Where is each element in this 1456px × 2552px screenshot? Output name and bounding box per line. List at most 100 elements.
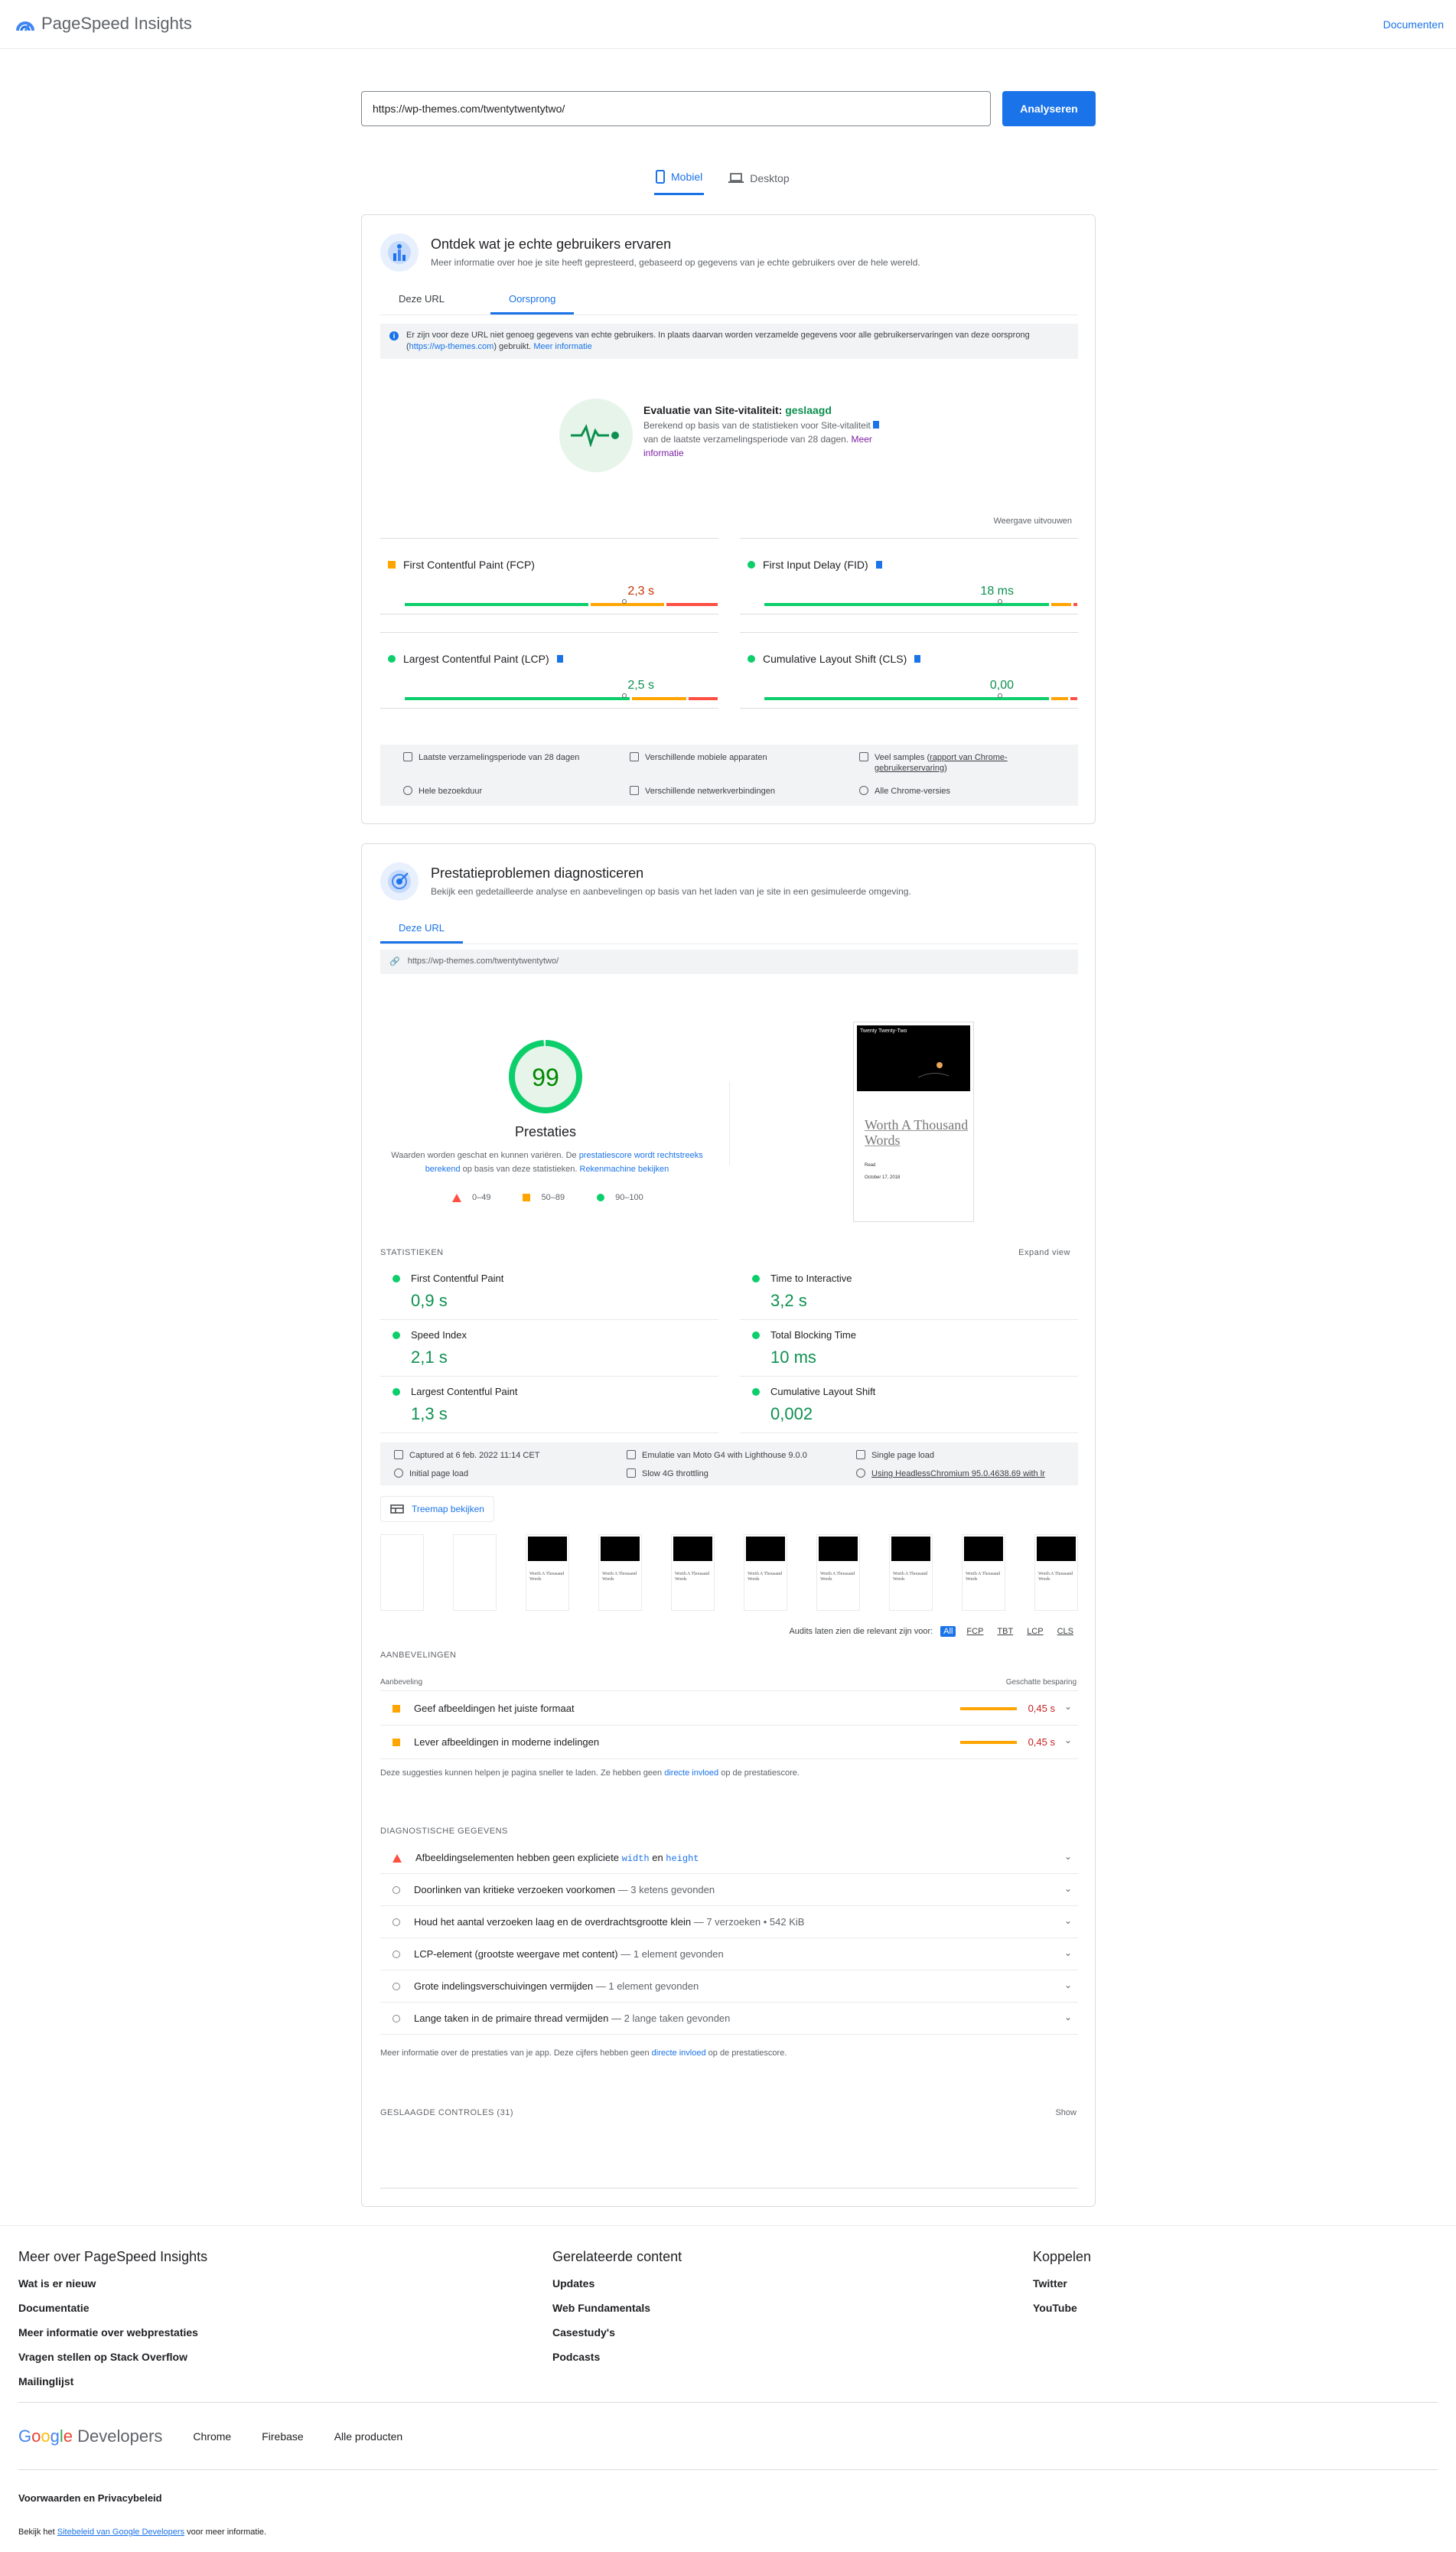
diagnose-badge-icon <box>380 862 419 901</box>
field-title: Ontdek wat je echte gebruikers ervaren <box>431 236 672 252</box>
metric-lcp[interactable]: Largest Contentful Paint (LCP) 2,5 s <box>380 632 718 709</box>
audit-filter: Audits laten zien die relevant zijn voor… <box>789 1626 1077 1637</box>
info-circle-icon <box>393 1950 400 1958</box>
core-vitals-flag-icon <box>873 421 880 429</box>
product-all[interactable]: Alle producten <box>334 2430 403 2443</box>
banner-more-link[interactable]: Meer informatie <box>533 342 591 351</box>
footer-link[interactable]: YouTube <box>1033 2302 1091 2314</box>
diagnostic-row[interactable]: Houd het aantal verzoeken laag en de ove… <box>380 1906 1078 1938</box>
site-policy-link[interactable]: Sitebeleid van Google Developers <box>57 2528 184 2537</box>
expand-view-button[interactable]: Expand view <box>1018 1248 1070 1257</box>
chevron-down-icon: ⌄ <box>1063 1947 1072 1958</box>
average-square-icon <box>388 561 396 569</box>
field-info-grid: Laatste verzamelingsperiode van 28 dagen… <box>380 745 1078 806</box>
diagnostic-row[interactable]: Doorlinken van kritieke verzoeken voorko… <box>380 1874 1078 1906</box>
divider <box>380 2188 1078 2189</box>
footer-link[interactable]: Documentatie <box>18 2302 207 2314</box>
info-circle-icon <box>393 1982 400 1990</box>
opp-col-savings: Geschatte besparing <box>1005 1678 1077 1687</box>
filter-all[interactable]: All <box>940 1626 956 1637</box>
footer-link[interactable]: Meer informatie over webprestaties <box>18 2326 207 2339</box>
info-circle-icon <box>393 2014 400 2022</box>
tab-mobile[interactable]: Mobiel <box>654 167 705 195</box>
origin-link[interactable]: https://wp-themes.com <box>409 342 494 351</box>
tab-desktop[interactable]: Desktop <box>727 167 790 195</box>
score-legend: 0–49 50–89 90–100 <box>452 1193 643 1202</box>
product-firebase[interactable]: Firebase <box>262 2430 303 2443</box>
direct-impact-link[interactable]: directe invloed <box>664 1768 718 1778</box>
chevron-down-icon: ⌄ <box>1063 1915 1072 1926</box>
timer-icon <box>394 1468 403 1478</box>
terms-link[interactable]: Voorwaarden en Privacybeleid <box>18 2492 162 2504</box>
footer-link[interactable]: Updates <box>552 2277 682 2290</box>
performance-score-gauge: 99 <box>509 1040 582 1113</box>
chevron-down-icon: ⌄ <box>1063 1735 1072 1745</box>
distribution-segment-poor <box>1070 697 1077 700</box>
good-dot-icon <box>752 1331 760 1339</box>
footer-link[interactable]: Vragen stellen op Stack Overflow <box>18 2351 207 2363</box>
filter-lcp[interactable]: LCP <box>1024 1626 1046 1637</box>
product-chrome[interactable]: Chrome <box>193 2430 231 2443</box>
good-dot-icon <box>748 655 755 663</box>
metric-cls[interactable]: Cumulative Layout Shift (CLS) 0,00 <box>740 632 1078 709</box>
calculator-link[interactable]: Rekenmachine bekijken <box>580 1165 669 1174</box>
field-header: Ontdek wat je echte gebruikers ervaren M… <box>380 233 920 272</box>
tab-origin[interactable]: Oorsprong <box>490 293 575 315</box>
diagnostic-row[interactable]: Afbeeldingselementen hebben geen explici… <box>380 1842 1078 1874</box>
footer-link[interactable]: Web Fundamentals <box>552 2302 682 2314</box>
psi-logo[interactable]: PageSpeed Insights <box>15 14 192 34</box>
diagnostics-label: DIAGNOSTISCHE GEGEVENS <box>380 1827 508 1836</box>
distribution-segment-poor <box>666 603 718 606</box>
metric-fcp[interactable]: First Contentful Paint (FCP) 2,3 s <box>380 538 718 614</box>
tab-this-url[interactable]: Deze URL <box>380 922 463 944</box>
lab-title: Prestatieproblemen diagnosticeren <box>431 865 644 881</box>
footer-link[interactable]: Twitter <box>1033 2277 1091 2290</box>
opportunities-label: AANBEVELINGEN <box>380 1651 457 1660</box>
percentile-marker <box>997 693 1002 698</box>
filter-fcp[interactable]: FCP <box>963 1626 986 1637</box>
vitals-status: geslaagd <box>785 404 832 416</box>
footer-col-related: Gerelateerde content Updates Web Fundame… <box>552 2249 682 2363</box>
metric-name: First Input Delay (FID) <box>763 559 868 571</box>
wifi-icon <box>627 1468 636 1478</box>
show-passed-button[interactable]: Show <box>1055 2108 1077 2117</box>
info-circle-icon <box>393 1918 400 1926</box>
url-input[interactable] <box>361 91 991 126</box>
google-developers-logo[interactable]: Google Developers <box>18 2427 162 2446</box>
info-devices: Verschillende mobiele apparaten <box>630 752 767 763</box>
chevron-down-icon: ⌄ <box>1063 1851 1072 1862</box>
direct-impact-link[interactable]: directe invloed <box>652 2048 706 2058</box>
stats-label: STATISTIEKEN <box>380 1248 444 1257</box>
footer-link[interactable]: Wat is er nieuw <box>18 2277 207 2290</box>
footer-link[interactable]: Podcasts <box>552 2351 682 2363</box>
good-dot-icon <box>597 1194 605 1201</box>
metric-value: 18 ms <box>980 585 1014 598</box>
footer-link[interactable]: Mailinglijst <box>18 2375 207 2387</box>
stat-si: Speed Index 2,1 s <box>380 1322 718 1377</box>
metric-fid[interactable]: First Input Delay (FID) 18 ms <box>740 538 1078 614</box>
treemap-button[interactable]: Treemap bekijken <box>380 1496 494 1522</box>
pulse-icon <box>559 399 633 472</box>
opportunity-row[interactable]: Lever afbeeldingen in moderne indelingen… <box>380 1726 1078 1759</box>
tab-this-url[interactable]: Deze URL <box>380 293 463 315</box>
score-label: Prestaties <box>514 1124 577 1139</box>
core-vitals-flag-icon <box>875 561 882 569</box>
passed-audits-label: GESLAAGDE CONTROLES (31) <box>380 2108 513 2117</box>
docs-link[interactable]: Documenten <box>1383 18 1444 31</box>
footer-link[interactable]: Casestudy's <box>552 2326 682 2339</box>
diagnostic-row[interactable]: Grote indelingsverschuivingen vermijden … <box>380 1970 1078 2003</box>
diagnostic-row[interactable]: LCP-element (grootste weergave met conte… <box>380 1938 1078 1970</box>
link-icon: 🔗 <box>389 957 400 966</box>
opportunity-row[interactable]: Geef afbeeldingen het juiste formaat 0,4… <box>380 1692 1078 1726</box>
good-dot-icon <box>748 561 755 569</box>
filter-cls[interactable]: CLS <box>1054 1626 1077 1637</box>
chevron-down-icon: ⌄ <box>1063 1883 1072 1894</box>
filmstrip-frame: Worth A Thousand Words <box>889 1534 933 1611</box>
analyze-button[interactable]: Analyseren <box>1002 91 1096 126</box>
filter-tbt[interactable]: TBT <box>994 1626 1016 1637</box>
expand-view-button[interactable]: Weergave uitvouwen <box>993 517 1072 526</box>
user-icon <box>856 1450 865 1459</box>
stat-cls: Cumulative Layout Shift 0,002 <box>740 1378 1078 1433</box>
distribution-bar <box>764 693 1080 700</box>
diagnostic-row[interactable]: Lange taken in de primaire thread vermij… <box>380 2003 1078 2035</box>
